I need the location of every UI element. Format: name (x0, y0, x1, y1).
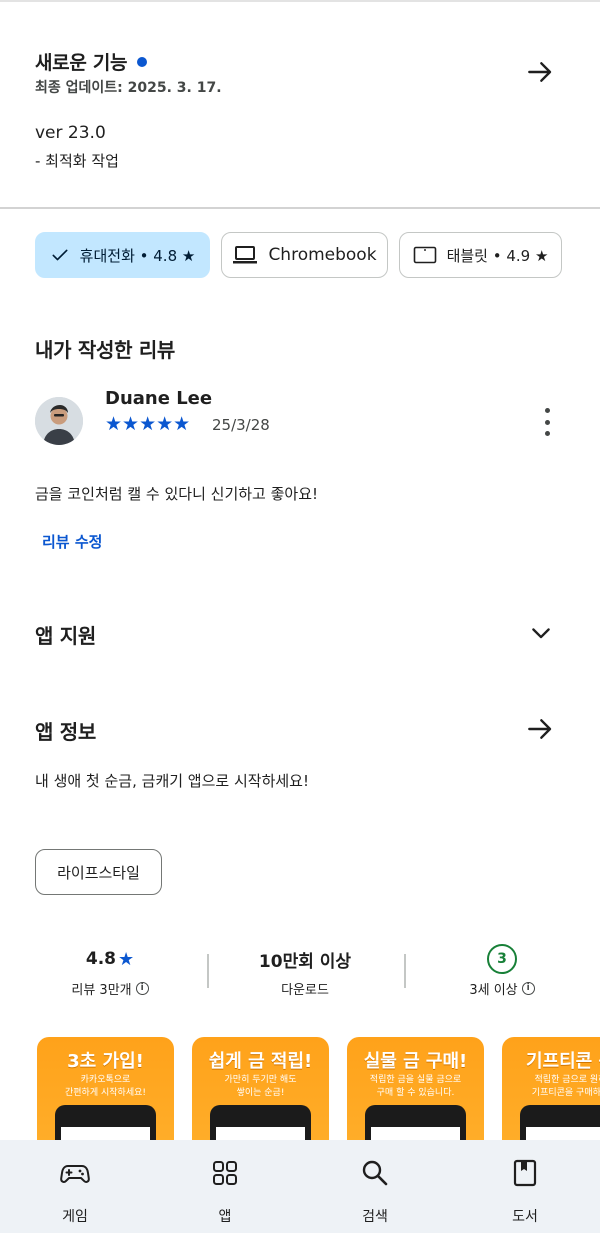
screenshot-title: 실물 금 구매! (363, 1051, 468, 1072)
screenshot-subtitle-line: 가만히 두기만 해도 (224, 1075, 297, 1085)
laptop-icon (233, 246, 258, 264)
screenshot-subtitle-line: 쌓이는 순금! (236, 1088, 285, 1098)
screenshot-subtitle-line: 적립한 금을 실물 금으로 (369, 1075, 462, 1085)
device-chip-phone-label: 휴대전화 • 4.8 ★ (79, 246, 196, 265)
last-updated-date: 최종 업데이트: 2025. 3. 17. (35, 80, 222, 96)
whats-new-title: 새로운 기능 (35, 52, 128, 74)
review-star-rating: ★★★★★ (105, 413, 191, 435)
whats-new-title-row: 새로운 기능 (35, 48, 148, 75)
reviewer-name: Duane Lee (105, 388, 213, 409)
screenshot-title: 3초 가입! (67, 1051, 144, 1072)
review-date: 25/3/28 (212, 416, 270, 434)
star-icon: ★ (117, 948, 135, 970)
screenshot-card[interactable]: 3초 가입! 카카오톡으로 간편하게 시작하세요! (37, 1037, 174, 1147)
screenshot-subtitle-line: 카카오톡으로 (80, 1075, 131, 1085)
nav-label-search: 검색 (362, 1209, 388, 1225)
review-count: 리뷰 3만개 (71, 983, 132, 998)
whats-new-section[interactable]: 새로운 기능 최종 업데이트: 2025. 3. 17. ver 23.0 - … (0, 2, 600, 208)
screenshot-subtitle-line: 적립한 금으로 원하 (534, 1075, 600, 1085)
age-rating-stat[interactable]: 3 3세 이상 i (427, 944, 577, 998)
screenshot-card[interactable]: 쉽게 금 적립! 가만히 두기만 해도 쌓이는 순금! (192, 1037, 329, 1147)
avatar (35, 397, 83, 445)
screenshot-subtitle-line: 구매 할 수 있습니다. (376, 1088, 455, 1098)
stat-divider (404, 954, 406, 988)
screenshot-subtitle: 가만히 두기만 해도 쌓이는 순금! (192, 1074, 329, 1100)
nav-item-games[interactable]: 게임 (0, 1140, 150, 1233)
device-chip-tablet-label: 태블릿 • 4.9 ★ (446, 246, 549, 265)
new-indicator-dot (137, 56, 148, 67)
gamepad-icon (60, 1165, 90, 1183)
apps-grid-icon (213, 1161, 237, 1185)
screenshot-title: 기프티콘 구 (525, 1051, 600, 1072)
screenshot-subtitle-line: 기프티콘을 구매하세 (531, 1088, 600, 1098)
screenshot-subtitle-line: 간편하게 시작하세요! (65, 1088, 146, 1098)
info-icon[interactable]: i (521, 982, 535, 995)
device-chip-chromebook[interactable]: Chromebook (221, 232, 388, 278)
screenshot-subtitle: 적립한 금으로 원하 기프티콘을 구매하세 (502, 1074, 600, 1100)
tablet-icon (413, 246, 436, 264)
section-divider (0, 207, 600, 209)
arrow-right-icon[interactable] (524, 713, 556, 745)
rating-stat[interactable]: 4.8 ★ 리뷰 3만개 i (35, 944, 185, 998)
app-info-title[interactable]: 앱 정보 (35, 716, 96, 745)
category-chip[interactable]: 라이프스타일 (35, 849, 162, 895)
stat-divider (207, 954, 209, 988)
review-text: 금을 코인처럼 캘 수 있다니 신기하고 좋아요! (35, 485, 319, 503)
nav-label-apps: 앱 (218, 1209, 232, 1225)
screenshot-card[interactable]: 기프티콘 구 적립한 금으로 원하 기프티콘을 구매하세 (502, 1037, 600, 1147)
check-icon (52, 249, 68, 261)
age-rating-label: 3세 이상 (469, 983, 518, 998)
screenshot-carousel[interactable]: 3초 가입! 카카오톡으로 간편하게 시작하세요! 쉽게 금 적립! 가만히 두… (0, 1037, 600, 1147)
chevron-down-icon[interactable] (527, 619, 555, 647)
info-icon[interactable]: i (135, 982, 149, 995)
age-rating-badge: 3 (487, 944, 517, 974)
arrow-right-icon[interactable] (524, 56, 556, 88)
release-note: - 최적화 작업 (35, 152, 119, 170)
device-chip-tablet[interactable]: 태블릿 • 4.9 ★ (399, 232, 562, 278)
downloads-value: 10만회 이상 (258, 951, 352, 972)
device-chip-chromebook-label: Chromebook (268, 245, 377, 265)
screenshot-title: 쉽게 금 적립! (208, 1051, 313, 1072)
nav-label-games: 게임 (62, 1209, 88, 1225)
downloads-label: 다운로드 (281, 983, 329, 998)
nav-item-search[interactable]: 검색 (300, 1140, 450, 1233)
app-support-title[interactable]: 앱 지원 (35, 620, 96, 649)
screenshot-subtitle: 적립한 금을 실물 금으로 구매 할 수 있습니다. (347, 1074, 484, 1100)
version-text: ver 23.0 (35, 123, 106, 143)
search-icon (362, 1160, 388, 1186)
more-options-icon[interactable] (532, 405, 562, 439)
my-review-title: 내가 작성한 리뷰 (35, 338, 176, 362)
nav-label-books: 도서 (512, 1209, 538, 1225)
rating-value: 4.8 (85, 949, 116, 969)
edit-review-link[interactable]: 리뷰 수정 (42, 531, 102, 552)
device-chip-phone[interactable]: 휴대전화 • 4.8 ★ (35, 232, 210, 278)
downloads-stat: 10만회 이상 다운로드 (230, 944, 380, 999)
screenshot-card[interactable]: 실물 금 구매! 적립한 금을 실물 금으로 구매 할 수 있습니다. (347, 1037, 484, 1147)
screenshot-subtitle: 카카오톡으로 간편하게 시작하세요! (37, 1074, 174, 1100)
app-description: 내 생애 첫 순금, 금캐기 앱으로 시작하세요! (35, 772, 309, 790)
bottom-navigation: 게임 앱 검색 도서 (0, 1140, 600, 1233)
nav-item-books[interactable]: 도서 (450, 1140, 600, 1233)
book-icon (513, 1159, 537, 1187)
nav-item-apps[interactable]: 앱 (150, 1140, 300, 1233)
